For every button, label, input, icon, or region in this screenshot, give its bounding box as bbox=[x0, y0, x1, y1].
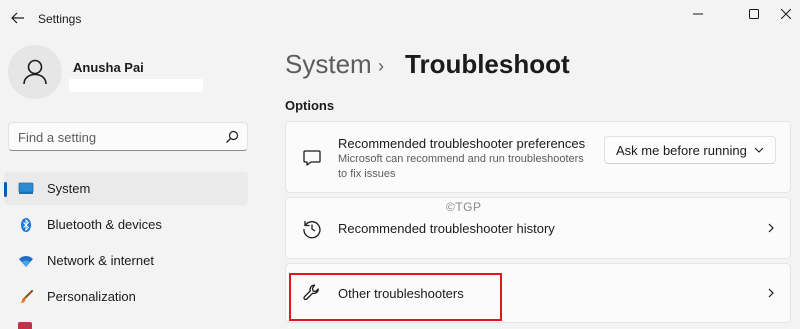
sidebar-item-system[interactable]: System bbox=[4, 172, 248, 205]
sidebar-item-label: Bluetooth & devices bbox=[47, 217, 162, 232]
card-description-line2: to fix issues bbox=[338, 168, 396, 180]
search-icon[interactable] bbox=[225, 130, 239, 144]
user-email-redacted bbox=[69, 79, 203, 92]
dropdown-selected-value: Ask me before running bbox=[616, 143, 747, 158]
sidebar-item-network[interactable]: Network & internet bbox=[4, 244, 248, 277]
card-title: Recommended troubleshooter preferences bbox=[338, 136, 586, 151]
search-box[interactable] bbox=[8, 122, 248, 151]
back-arrow-icon bbox=[11, 12, 24, 24]
breadcrumb-parent[interactable]: System bbox=[285, 49, 372, 80]
bluetooth-icon bbox=[21, 218, 31, 232]
sidebar-item-bluetooth[interactable]: Bluetooth & devices bbox=[4, 208, 248, 241]
sidebar-item-label: System bbox=[47, 181, 91, 196]
highlight-annotation-box bbox=[289, 273, 502, 321]
card-title: Recommended troubleshooter history bbox=[338, 221, 555, 236]
chevron-right-icon bbox=[768, 288, 774, 298]
card-troubleshooter-history[interactable]: Recommended troubleshooter history bbox=[285, 197, 791, 259]
user-name: Anusha Pai bbox=[73, 60, 144, 75]
chevron-right-icon bbox=[768, 223, 774, 233]
sidebar-item-apps-icon-partial bbox=[18, 322, 32, 329]
section-title: Options bbox=[285, 98, 335, 113]
sidebar-item-label: Network & internet bbox=[47, 253, 154, 268]
message-icon bbox=[303, 150, 321, 166]
wifi-icon bbox=[19, 256, 33, 267]
breadcrumb-separator: › bbox=[378, 56, 384, 76]
minimize-button[interactable] bbox=[684, 4, 712, 24]
card-description-line1: Microsoft can recommend and run troubles… bbox=[338, 153, 584, 165]
app-title: Settings bbox=[38, 12, 82, 26]
person-icon bbox=[23, 59, 47, 85]
troubleshooter-preference-dropdown[interactable]: Ask me before running bbox=[604, 136, 776, 164]
chevron-down-icon bbox=[754, 147, 764, 153]
brush-icon bbox=[20, 290, 34, 303]
sidebar-item-personalization[interactable]: Personalization bbox=[4, 280, 248, 313]
search-input[interactable] bbox=[18, 128, 218, 146]
close-button[interactable] bbox=[772, 4, 800, 24]
minimize-icon bbox=[693, 13, 703, 15]
sidebar-item-label: Personalization bbox=[47, 289, 136, 304]
maximize-icon bbox=[749, 9, 759, 19]
history-icon bbox=[303, 221, 321, 239]
maximize-button[interactable] bbox=[740, 4, 768, 24]
back-button[interactable] bbox=[8, 8, 28, 28]
watermark: ©TGP bbox=[446, 200, 482, 214]
page-title: Troubleshoot bbox=[405, 49, 570, 79]
card-troubleshooter-preferences: Recommended troubleshooter preferences M… bbox=[285, 121, 791, 193]
selection-indicator bbox=[4, 182, 7, 197]
close-icon bbox=[781, 9, 791, 19]
avatar[interactable] bbox=[8, 45, 62, 99]
monitor-icon bbox=[18, 182, 34, 194]
